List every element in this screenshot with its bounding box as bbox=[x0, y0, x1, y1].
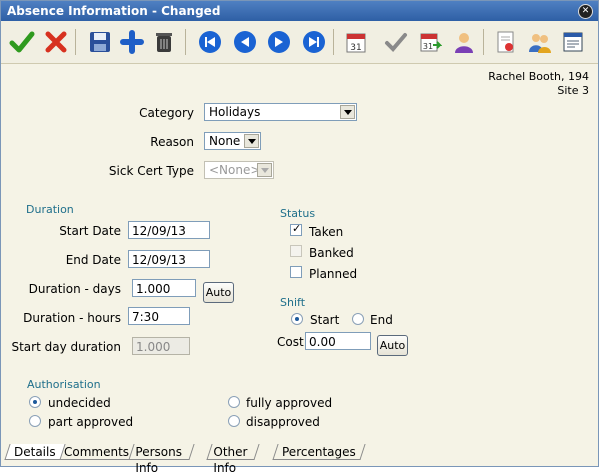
chevron-down-icon[interactable] bbox=[340, 105, 355, 119]
calendar-go-icon[interactable]: 31 bbox=[415, 27, 445, 57]
undecided-label: undecided bbox=[48, 396, 111, 410]
accept-icon[interactable] bbox=[7, 27, 37, 57]
svg-text:31: 31 bbox=[350, 43, 361, 53]
title-bar: Absence Information - Changed ✕ bbox=[1, 1, 598, 21]
person-icon[interactable] bbox=[449, 27, 479, 57]
first-record-icon[interactable] bbox=[195, 27, 225, 57]
window-title: Absence Information - Changed bbox=[7, 4, 221, 18]
part-approved-radio[interactable] bbox=[29, 415, 41, 427]
reason-label: Reason bbox=[150, 135, 194, 149]
duration-hours-label: Duration - hours bbox=[23, 311, 121, 325]
undecided-radio[interactable] bbox=[29, 396, 41, 408]
person-site: Site 3 bbox=[557, 84, 589, 97]
category-select[interactable]: Holidays bbox=[204, 103, 357, 121]
disapproved-label: disapproved bbox=[246, 415, 320, 429]
shift-start-radio[interactable] bbox=[291, 313, 303, 325]
svg-text:31: 31 bbox=[423, 42, 433, 51]
shift-section-label: Shift bbox=[280, 296, 306, 309]
reason-value: None bbox=[209, 134, 241, 148]
start-date-field[interactable]: 12/09/13 bbox=[128, 221, 210, 239]
certificate-icon[interactable] bbox=[491, 27, 521, 57]
delete-icon[interactable] bbox=[149, 27, 179, 57]
category-value: Holidays bbox=[209, 105, 261, 119]
duration-section-label: Duration bbox=[26, 203, 74, 216]
approve-icon[interactable] bbox=[381, 27, 411, 57]
banked-label: Banked bbox=[309, 246, 354, 260]
reason-select[interactable]: None bbox=[204, 132, 261, 150]
end-date-field[interactable]: 12/09/13 bbox=[128, 250, 210, 268]
tab-comments-label: Comments bbox=[64, 445, 130, 459]
report-icon[interactable] bbox=[558, 27, 588, 57]
status-section-label: Status bbox=[280, 207, 316, 220]
tab-comments[interactable]: Comments bbox=[54, 444, 139, 460]
save-icon[interactable] bbox=[85, 27, 115, 57]
tab-persons-info[interactable]: Persons Info bbox=[128, 444, 195, 475]
tab-percentages[interactable]: Percentages bbox=[272, 444, 366, 460]
duration-days-field[interactable]: 1.000 bbox=[132, 279, 196, 297]
banked-checkbox bbox=[290, 245, 302, 257]
authorisation-section-label: Authorisation bbox=[27, 378, 101, 391]
auto-days-button[interactable]: Auto bbox=[203, 282, 234, 303]
previous-record-icon[interactable] bbox=[230, 27, 260, 57]
sick-cert-select: <None> bbox=[204, 161, 274, 179]
shift-start-label: Start bbox=[310, 313, 340, 327]
taken-checkbox[interactable] bbox=[290, 222, 302, 236]
fully-approved-radio[interactable] bbox=[228, 396, 240, 408]
start-day-duration-field: 1.000 bbox=[132, 337, 190, 355]
duration-days-label: Duration - days bbox=[28, 282, 121, 296]
tab-details-label: Details bbox=[14, 445, 56, 459]
sick-cert-label: Sick Cert Type bbox=[108, 164, 194, 178]
chevron-down-icon bbox=[257, 163, 272, 177]
end-date-label: End Date bbox=[65, 253, 121, 267]
person-info: Rachel Booth, 194 Site 3 bbox=[488, 70, 589, 98]
shift-end-radio[interactable] bbox=[352, 313, 364, 325]
add-icon[interactable] bbox=[117, 27, 147, 57]
category-label: Category bbox=[139, 106, 194, 120]
tab-details[interactable]: Details bbox=[4, 444, 66, 460]
group-icon[interactable] bbox=[525, 27, 555, 57]
tab-percentages-label: Percentages bbox=[282, 445, 356, 459]
duration-hours-field[interactable]: 7:30 bbox=[128, 307, 190, 325]
disapproved-radio[interactable] bbox=[228, 415, 240, 427]
person-name: Rachel Booth, 194 bbox=[488, 70, 589, 83]
tab-other-info[interactable]: Other Info bbox=[206, 444, 260, 475]
tab-persons-info-label: Persons Info bbox=[135, 445, 182, 475]
cost-field[interactable]: 0.00 bbox=[305, 332, 371, 350]
part-approved-label: part approved bbox=[48, 415, 134, 429]
taken-label: Taken bbox=[309, 225, 344, 239]
absence-information-window: Absence Information - Changed ✕ 31 31 Ra… bbox=[0, 0, 599, 475]
start-date-label: Start Date bbox=[59, 224, 121, 238]
chevron-down-icon[interactable] bbox=[244, 134, 259, 148]
fully-approved-label: fully approved bbox=[246, 396, 333, 410]
calendar-icon[interactable]: 31 bbox=[341, 27, 371, 57]
shift-end-label: End bbox=[370, 313, 393, 327]
start-day-duration-label: Start day duration bbox=[11, 340, 121, 354]
cancel-icon[interactable] bbox=[41, 27, 71, 57]
next-record-icon[interactable] bbox=[264, 27, 294, 57]
tab-other-info-label: Other Info bbox=[213, 445, 248, 475]
auto-cost-button[interactable]: Auto bbox=[377, 335, 408, 356]
toolbar: 31 31 bbox=[1, 21, 598, 64]
planned-checkbox[interactable] bbox=[290, 266, 302, 278]
planned-label: Planned bbox=[309, 267, 358, 281]
sick-cert-value: <None> bbox=[209, 163, 261, 177]
cost-label: Cost bbox=[277, 335, 304, 349]
close-icon[interactable]: ✕ bbox=[578, 4, 593, 19]
last-record-icon[interactable] bbox=[299, 27, 329, 57]
